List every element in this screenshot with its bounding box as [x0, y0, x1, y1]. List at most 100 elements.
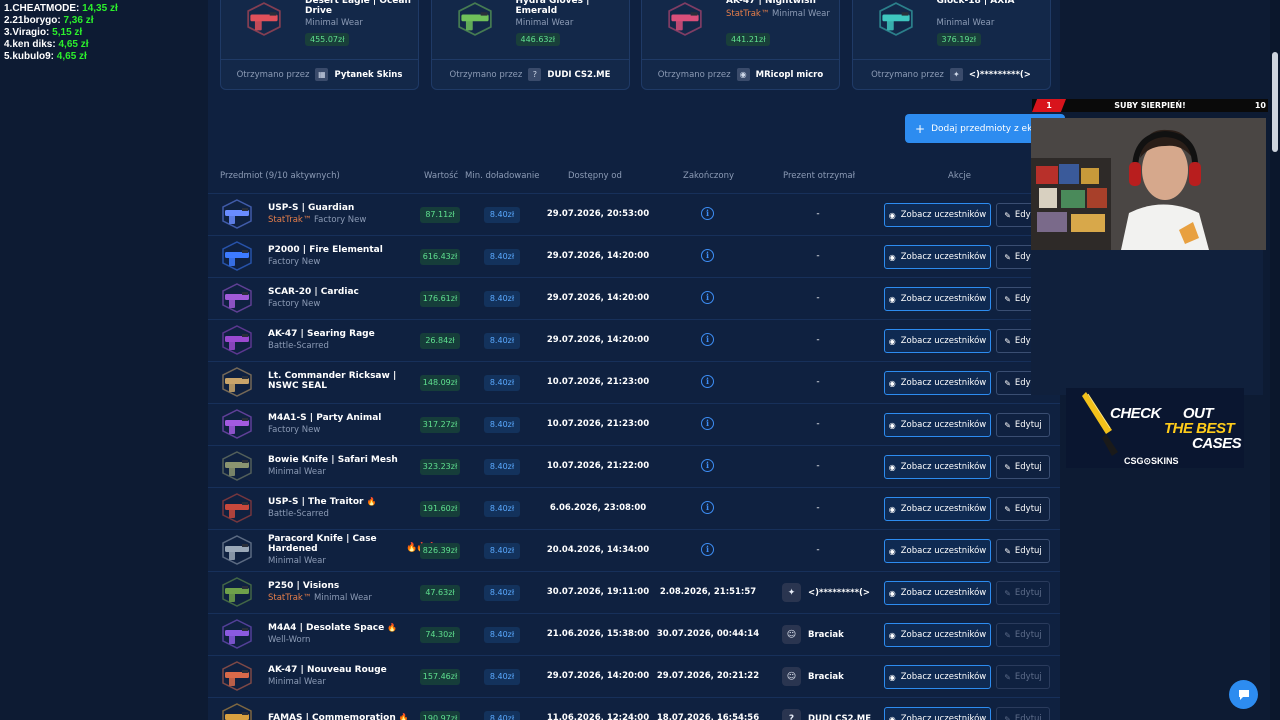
view-participants-button[interactable]: ◉ Zobacz uczestników: [884, 371, 991, 395]
item-value: 826.39zł: [420, 543, 460, 559]
view-participants-button[interactable]: ◉ Zobacz uczestników: [884, 665, 991, 689]
available-from: 29.07.2026, 14:20:00: [546, 671, 650, 681]
ended-at: 30.07.2026, 00:44:14: [656, 629, 760, 639]
winner-card[interactable]: AK-47 | Nightwish StatTrak™ Minimal Wear 4…: [641, 0, 840, 90]
gift-recipient[interactable]: ? DUDI CS2.ME: [782, 709, 871, 720]
min-deposit: 8.40zł: [484, 207, 520, 223]
item-name-text: P250 | Visions: [268, 581, 340, 591]
edit-button[interactable]: ✎ Edytuj: [996, 539, 1050, 563]
edit-icon: ✎: [1004, 546, 1011, 556]
header-min-deposit: Min. doładowanie: [465, 171, 540, 181]
card-receiver: Otrzymano przez ▦ Pytanek Skins: [221, 59, 418, 89]
item-name: M4A4 | Desolate Space 🔥: [268, 623, 418, 633]
receiver-name[interactable]: DUDI CS2.ME: [547, 70, 610, 80]
table-row: USP-S | Guardian StatTrak™ Factory New 87.…: [208, 193, 1060, 235]
info-icon[interactable]: i: [701, 417, 714, 430]
card-item-name: Hydra Gloves | Emerald: [515, 0, 590, 16]
available-from: 6.06.2026, 23:08:00: [549, 503, 647, 513]
eye-icon: ◉: [888, 672, 896, 682]
promo-banner[interactable]: CHECK OUT THE BEST CASES CSG⊙SKINS: [1066, 388, 1244, 468]
page-scrollbar[interactable]: [1270, 0, 1280, 720]
view-participants-button[interactable]: ◉ Zobacz uczestników: [884, 455, 991, 479]
min-deposit: 8.40zł: [484, 669, 520, 685]
info-icon[interactable]: i: [701, 249, 714, 262]
info-icon[interactable]: i: [701, 207, 714, 220]
info-icon[interactable]: i: [701, 501, 714, 514]
info-icon[interactable]: i: [701, 543, 714, 556]
edit-icon: ✎: [1004, 630, 1011, 640]
condition-text: Minimal Wear: [268, 677, 326, 687]
item-name: M4A1-S | Party Animal: [268, 413, 418, 423]
info-icon[interactable]: i: [701, 375, 714, 388]
item-thumbnail: [220, 577, 254, 607]
weapon-image: [668, 2, 702, 36]
view-participants-button[interactable]: ◉ Zobacz uczestników: [884, 497, 991, 521]
leaderboard-entry: 2.21borygo: 7,36 zł: [4, 15, 118, 27]
item-value: 616.43zł: [420, 249, 460, 265]
view-participants-button[interactable]: ◉ Zobacz uczestników: [884, 245, 991, 269]
view-participants-button[interactable]: ◉ Zobacz uczestników: [884, 287, 991, 311]
promo-brand: CSG⊙SKINS: [1124, 456, 1179, 466]
min-deposit: 8.40zł: [484, 627, 520, 643]
weapon-image: [222, 325, 252, 355]
page: 1.CHEATMODE: 14,35 zł 2.21borygo: 7,36 zł…: [0, 0, 1280, 720]
winner-card[interactable]: Desert Eagle | Ocean Drive Minimal Wear 45…: [220, 0, 419, 90]
item-name: SCAR-20 | Cardiac: [268, 287, 418, 297]
table-row: AK-47 | Searing Rage Battle-Scarred 26.84z…: [208, 319, 1060, 361]
ended-at: 2.08.2026, 21:51:57: [659, 587, 757, 597]
item-name-text: P2000 | Fire Elemental: [268, 245, 383, 255]
leaderboard-name: 2.21borygo:: [4, 15, 61, 26]
edit-button[interactable]: ✎ Edytuj: [996, 455, 1050, 479]
item-thumbnail: [220, 619, 254, 649]
fire-icon: 🔥: [398, 713, 409, 720]
table-row: FAMAS | Commemoration 🔥 190.97zł 8.40zł 11.0…: [208, 697, 1060, 720]
table-row: Lt. Commander Ricksaw | NSWC SEAL 148.09z…: [208, 361, 1060, 403]
view-participants-button[interactable]: ◉ Zobacz uczestników: [884, 707, 991, 720]
receiver-name[interactable]: <)*********(>: [969, 70, 1031, 80]
condition-text: Battle-Scarred: [268, 341, 329, 351]
winner-card[interactable]: Hydra Gloves | Emerald Minimal Wear 446.63…: [430, 0, 630, 90]
gift-recipient-empty: -: [816, 419, 820, 429]
info-icon[interactable]: i: [701, 459, 714, 472]
gift-recipient[interactable]: ☺ Braciak: [782, 625, 844, 644]
view-participants-button[interactable]: ◉ Zobacz uczestników: [884, 329, 991, 353]
webcam-image: [1031, 118, 1266, 250]
chat-bubble-icon: [1238, 689, 1249, 700]
weapon-image: [222, 577, 252, 607]
edit-button: ✎ Edytuj: [996, 707, 1050, 720]
gift-recipient[interactable]: ✦ <)*********(>: [782, 583, 870, 602]
view-participants-button[interactable]: ◉ Zobacz uczestników: [884, 413, 991, 437]
card-item-price: 441.21zł: [726, 33, 771, 46]
winner-card[interactable]: Glock-18 | AXIA Minimal Wear 376.19zł Otrzy…: [851, 0, 1051, 90]
item-value: 47.63zł: [420, 585, 460, 601]
info-icon[interactable]: i: [701, 333, 714, 346]
item-value: 157.46zł: [420, 669, 460, 685]
view-participants-button[interactable]: ◉ Zobacz uczestników: [884, 539, 991, 563]
promo-line-3: CASES: [1192, 435, 1242, 452]
edit-button[interactable]: ✎ Edytuj: [996, 413, 1050, 437]
view-participants-button[interactable]: ◉ Zobacz uczestników: [884, 203, 991, 227]
item-value: 191.60zł: [420, 501, 460, 517]
receiver-name[interactable]: MRicopl micro: [756, 70, 824, 80]
view-participants-button[interactable]: ◉ Zobacz uczestników: [884, 581, 991, 605]
view-participants-label: Zobacz uczestników: [900, 672, 987, 682]
chat-button[interactable]: [1229, 680, 1258, 709]
receiver-name[interactable]: Pytanek Skins: [334, 70, 402, 80]
scrollbar-thumb[interactable]: [1272, 52, 1278, 152]
view-participants-button[interactable]: ◉ Zobacz uczestników: [884, 623, 991, 647]
weapon-image: [457, 2, 492, 36]
card-item-price: 376.19zł: [936, 33, 981, 46]
card-item-image: [871, 2, 921, 36]
table-row: AK-47 | Nouveau Rouge Minimal Wear 157.46z…: [208, 655, 1060, 697]
edit-button[interactable]: ✎ Edytuj: [996, 497, 1050, 521]
min-deposit: 8.40zł: [484, 375, 520, 391]
item-name-text: Paracord Knife | Case Hardened: [268, 534, 377, 554]
info-icon[interactable]: i: [701, 291, 714, 304]
weapon-image: [247, 2, 281, 36]
gift-recipient-empty: -: [816, 377, 820, 387]
leaderboard-entry: 5.kubulo9: 4,65 zł: [4, 51, 118, 63]
gift-recipient[interactable]: ☺ Braciak: [782, 667, 844, 686]
receiver-avatar: ◉: [736, 68, 750, 81]
weapon-image: [222, 367, 252, 397]
item-condition: Factory New: [268, 425, 320, 435]
